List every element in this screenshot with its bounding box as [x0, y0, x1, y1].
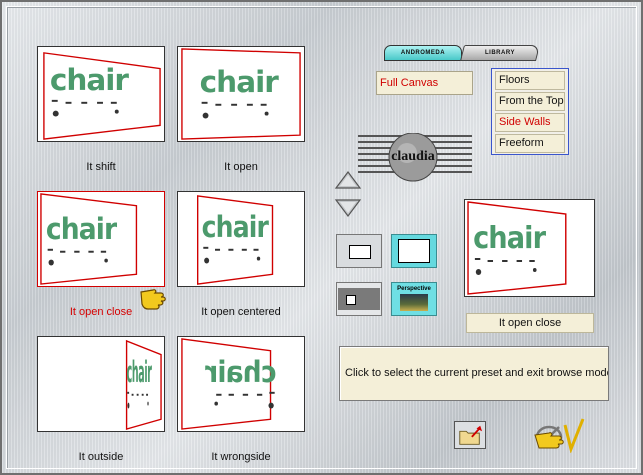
thumb-label-it-shift: It shift [86, 161, 116, 173]
folder-export-icon[interactable] [454, 421, 486, 449]
preview-name: It open close [466, 313, 594, 333]
mode-large-rect-button[interactable] [391, 234, 437, 268]
svg-text:chair: chair [202, 211, 270, 244]
thumbnail-drawing: chair [40, 193, 138, 285]
option-side-walls[interactable]: Side Walls [495, 113, 565, 132]
option-from-the-top[interactable]: From the Top [495, 92, 565, 111]
perspective-button[interactable]: Perspective [391, 282, 437, 316]
thumb-label-it-wrongside: It wrongside [211, 451, 271, 463]
thumb-it-open-centered[interactable]: chair [177, 191, 305, 287]
small-rect-icon [349, 245, 371, 259]
perspective-label: Perspective [397, 286, 431, 292]
full-canvas-option[interactable]: Full Canvas [376, 71, 473, 95]
thumbnail-drawing: chair [181, 48, 301, 140]
svg-text:chair: chair [50, 63, 130, 97]
thumb-label-it-open: It open [224, 161, 258, 173]
thumb-it-outside[interactable]: chair [37, 336, 165, 432]
thumb-it-shift[interactable]: chair [37, 46, 165, 142]
svg-text:chair: chair [205, 355, 276, 390]
category-list: Floors From the Top Side Walls Freeform [491, 68, 569, 155]
andromeda-perspective-window: chair It shift chair It open chair It op… [0, 0, 643, 475]
tab-library-label: LIBRARY [485, 50, 515, 56]
status-message: Click to select the current preset and e… [339, 346, 609, 401]
thumbnail-drawing: chair [43, 52, 161, 140]
thumb-label-it-outside: It outside [78, 451, 124, 463]
svg-text:chair: chair [127, 356, 152, 390]
thumbnail-drawing: chair [467, 201, 567, 295]
down-arrow-icon[interactable] [334, 198, 362, 218]
tab-andromeda[interactable]: ANDROMEDA [384, 45, 462, 61]
strip-icon [338, 288, 380, 310]
up-arrow-icon[interactable] [334, 170, 362, 190]
preview-pane: chair [464, 199, 595, 297]
svg-text:chair: chair [46, 212, 117, 247]
svg-text:chair: chair [200, 65, 280, 99]
claudia-logo: claudia [358, 133, 472, 182]
svg-text:chair: chair [473, 220, 547, 256]
large-rect-icon [398, 239, 430, 263]
option-freeform[interactable]: Freeform [495, 134, 565, 153]
thumbnail-drawing: chair [181, 338, 276, 430]
thumb-label-it-open-centered: It open centered [201, 306, 281, 318]
mode-small-rect-button[interactable] [336, 234, 382, 268]
strip-square-icon [346, 295, 356, 305]
option-floors[interactable]: Floors [495, 71, 565, 90]
thumbnail-drawing: chair [196, 195, 274, 285]
tab-library[interactable]: LIBRARY [460, 45, 540, 61]
thumb-it-wrongside[interactable]: chair [177, 336, 305, 432]
perspective-thumbnail-icon [400, 294, 428, 311]
mode-strip-button[interactable] [336, 282, 382, 316]
thumb-it-open-close[interactable]: chair [37, 191, 165, 287]
logo-text: claudia [391, 149, 435, 164]
ok-checkmark-icon[interactable] [527, 415, 585, 453]
thumb-it-open[interactable]: chair [177, 46, 305, 142]
thumbnail-drawing: chair [125, 339, 162, 430]
pointing-hand-icon [140, 289, 166, 310]
